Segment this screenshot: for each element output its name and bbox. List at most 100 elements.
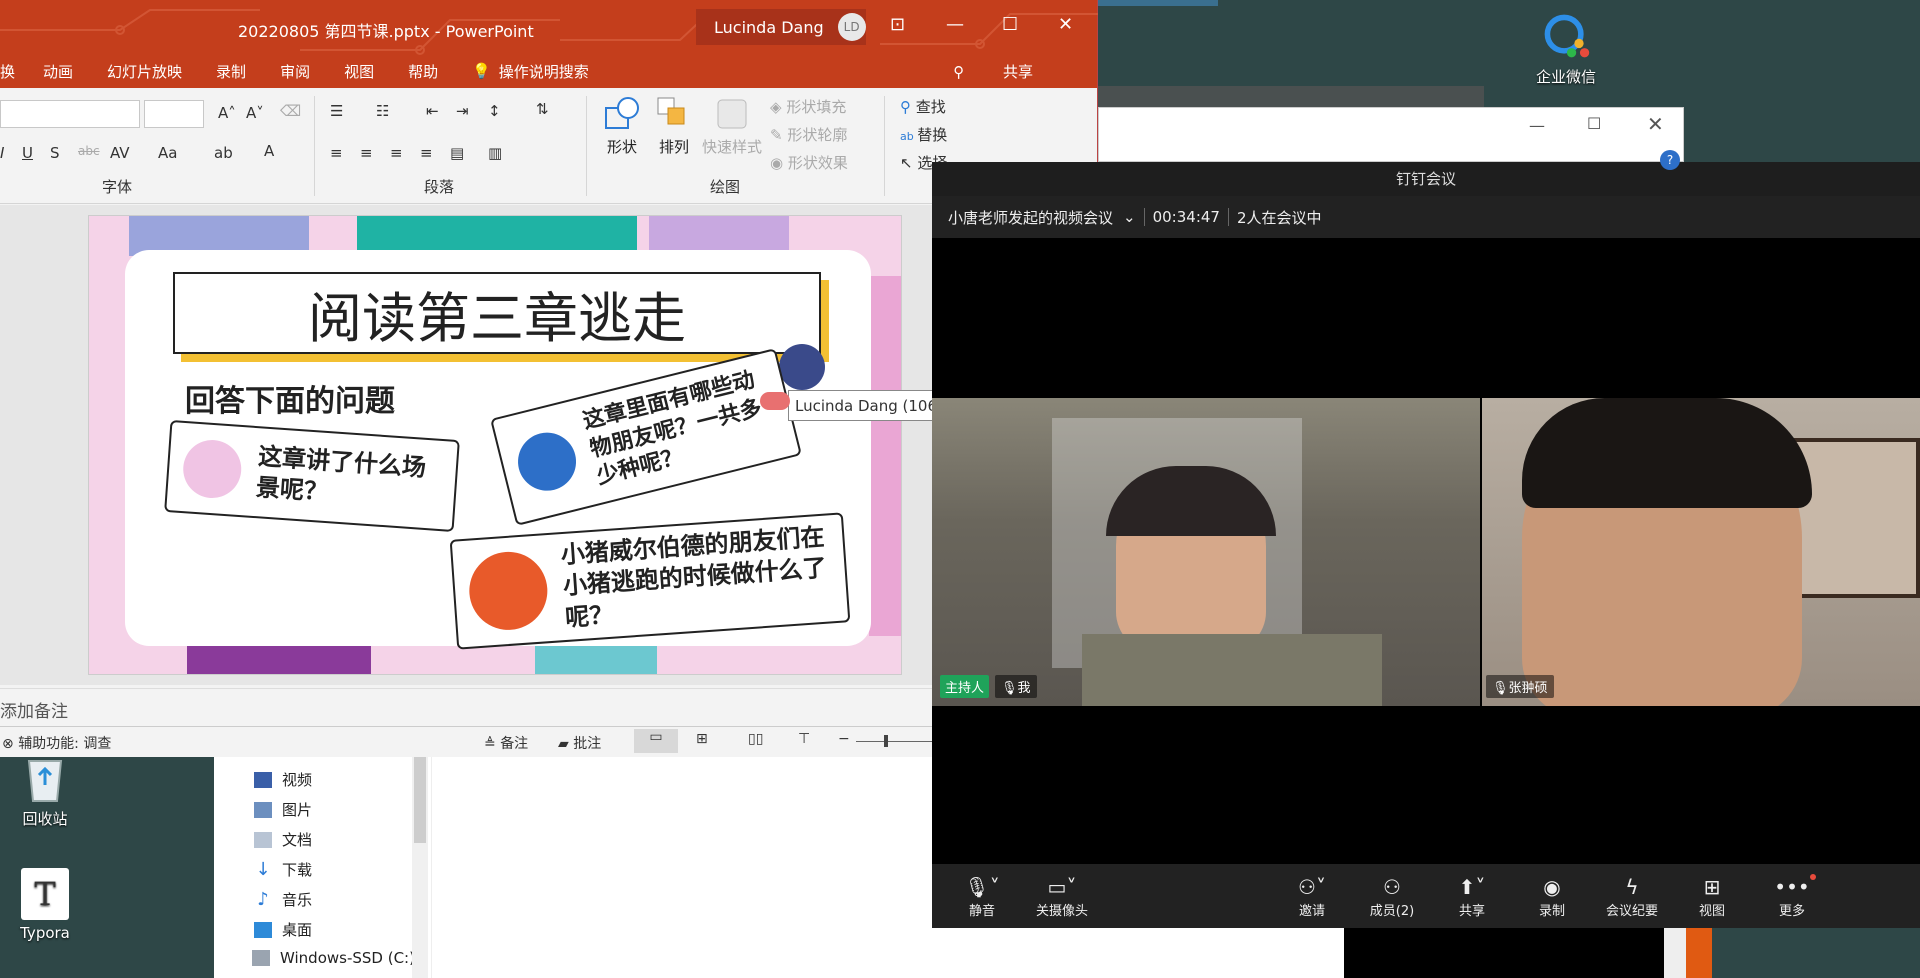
record-icon: ◉ [1543,875,1561,899]
font-size-box[interactable] [144,100,204,128]
shape-outline-button[interactable]: ✎ 形状轮廓 [770,124,847,145]
recycle-bin-icon [19,752,71,804]
clear-format-icon[interactable]: ⌫ [280,102,301,120]
distribute-icon[interactable]: ▤ [450,144,464,162]
maximize-icon[interactable]: ☐ [1587,114,1601,133]
explorer-item-c-drive[interactable]: Windows-SSD (C:) [252,949,415,967]
explorer-nav-pane: 视频 图片 文档 ↓ 下载 ♪ 音乐 桌面 Windows-SSD (C:) [214,757,432,978]
align-left-icon[interactable]: ≡ [330,144,343,162]
align-right-icon[interactable]: ≡ [390,144,403,162]
titlebar-circuit-pattern [0,9,1098,55]
maximize-icon[interactable]: ☐ [1002,14,1018,35]
char-spacing-icon[interactable]: AV [110,144,130,162]
text-direction-icon[interactable]: ⇅ [536,100,549,118]
explorer-scrollbar[interactable] [412,757,428,978]
meeting-duration: 00:34:47 [1152,208,1220,226]
pink-monster-icon [181,438,244,500]
meeting-info-bar: 小唐老师发起的视频会议 ⌄ 00:34:47 2人在会议中 [932,196,1920,238]
reading-view-icon[interactable]: ▯▯ [748,731,763,747]
close-icon[interactable]: ✕ [1647,112,1664,136]
members-button[interactable]: ⚇ 成员(2) [1352,874,1432,919]
self-name-tag: 🎙我 [995,675,1037,698]
desktop-folder-icon [254,921,272,938]
align-center-icon[interactable]: ≡ [360,144,373,162]
invite-button[interactable]: ⚇˅ 邀请 [1272,874,1352,919]
font-color-icon[interactable]: A [264,142,274,160]
explorer-item-downloads[interactable]: ↓ 下载 [254,859,312,880]
host-badge: 主持人 [940,675,990,698]
zoom-out-icon[interactable]: − [838,731,850,747]
video-label-participant: 🎙张翀硕 [1486,675,1554,698]
minimize-icon[interactable]: — [946,14,964,35]
underline-icon[interactable]: U [22,144,33,162]
desktop-icon-wecom[interactable]: 企业微信 [1521,10,1611,87]
quick-styles-button[interactable]: 快速样式 [700,94,764,157]
close-icon[interactable]: ✕ [1058,14,1073,35]
numbering-icon[interactable]: ☷ [376,102,389,120]
shadow-icon[interactable]: S [50,144,60,162]
desktop-icon-typora[interactable]: T Typora [0,868,90,942]
italic-icon[interactable]: I [0,144,4,162]
highlight-icon[interactable]: ab [214,144,233,162]
shrink-font-icon[interactable]: A˅ [246,104,264,122]
help-icon[interactable]: ? [1660,150,1680,170]
group-separator [884,96,885,196]
strikethrough-icon[interactable]: abc [78,144,100,158]
normal-view-button[interactable]: ▭ [634,729,678,753]
decrease-indent-icon[interactable]: ⇤ [426,102,439,120]
shape-fill-button[interactable]: ◈ 形状填充 [770,96,846,117]
meeting-notes-button[interactable]: ϟ 会议纪要 [1592,874,1672,919]
scroll-thumb[interactable] [414,757,426,843]
accessibility-checker[interactable]: ⊗ 辅助功能: 调查 [2,733,111,753]
video-tile-participant[interactable]: 🎙张翀硕 [1482,398,1920,706]
more-button[interactable]: ••• 更多 [1752,874,1832,919]
increase-indent-icon[interactable]: ⇥ [456,102,469,120]
avatar: LD [837,13,866,41]
explorer-item-videos[interactable]: 视频 [254,769,312,790]
share-screen-button[interactable]: ⬆˅ 共享 [1432,874,1512,919]
ribbon-display-icon[interactable]: ⊡ [890,14,905,35]
account-button[interactable]: Lucinda Dang LD [696,9,866,45]
comments-toggle[interactable]: ▰ 批注 [558,733,601,753]
arrange-button[interactable]: 排列 [652,94,696,157]
video-tile-self[interactable]: 主持人 🎙我 [932,398,1480,706]
line-spacing-icon[interactable]: ↕ [488,102,501,120]
music-icon: ♪ [257,888,269,910]
notes-toggle[interactable]: ≜ 备注 [484,733,528,753]
change-case-icon[interactable]: Aa [158,144,177,162]
mic-icon: 🎙 [1001,681,1018,696]
desktop-icon-recycle-bin[interactable]: 回收站 [0,752,90,829]
replace-button[interactable]: ab 替换 [900,124,947,145]
explorer-item-pictures[interactable]: 图片 [254,799,312,820]
shapes-button[interactable]: 形状 [600,94,644,157]
explorer-item-desktop[interactable]: 桌面 [254,919,312,940]
columns-icon[interactable]: ▥ [488,144,502,162]
mic-icon: 🎙 [1492,681,1509,696]
explorer-item-music[interactable]: ♪ 音乐 [254,889,312,910]
find-button[interactable]: ⚲ 查找 [900,96,946,117]
font-name-box[interactable] [0,100,140,128]
mute-button[interactable]: 🎙˅ 静音 [942,874,1022,919]
record-button[interactable]: ◉ 录制 [1512,874,1592,919]
slide-canvas[interactable]: 阅读第三章逃走 回答下面的问题 这章讲了什么场景呢？ 这章里面有哪些动物朋友呢？… [88,215,902,675]
shape-effects-button[interactable]: ◉ 形状效果 [770,152,848,173]
drive-icon [252,950,270,966]
slide-sorter-icon[interactable]: ⊞ [696,731,708,747]
slide-decor-object [760,392,790,410]
chevron-down-icon[interactable]: ⌄ [1123,208,1136,226]
effects-icon: ◉ [770,154,788,172]
minimize-icon[interactable]: — [1529,116,1545,135]
camera-off-button[interactable]: ▭˅ 关摄像头 [1022,874,1102,919]
meeting-title[interactable]: 小唐老师发起的视频会议 [948,207,1113,228]
paragraph-group-label: 段落 [424,178,455,196]
explorer-item-documents[interactable]: 文档 [254,829,312,850]
zoom-slider-thumb[interactable] [884,735,888,747]
zoom-slider[interactable] [856,741,936,742]
participant-count: 2人在会议中 [1236,208,1322,227]
grow-font-icon[interactable]: A˄ [218,104,236,122]
slideshow-icon[interactable]: ⊤ [798,731,810,747]
justify-icon[interactable]: ≡ [420,144,433,162]
arrange-icon [657,97,685,125]
view-button[interactable]: ⊞ 视图 [1672,874,1752,919]
bullets-icon[interactable]: ☰ [330,102,343,120]
